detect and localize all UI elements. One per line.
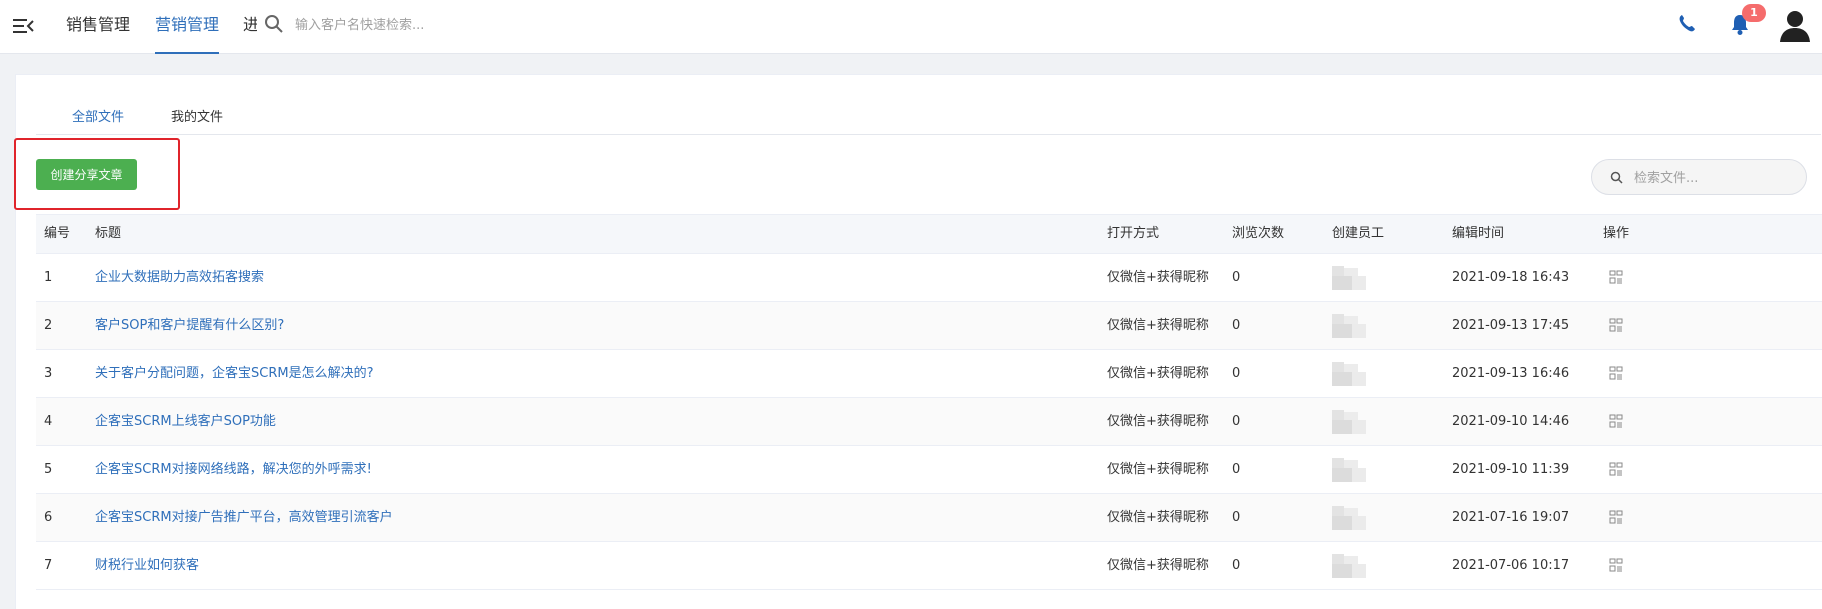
col-header-open-mode: 打开方式 (1107, 226, 1160, 241)
top-bar: 销售管理 营销管理 进 1 (0, 0, 1822, 54)
employee-avatar-blurred (1332, 266, 1370, 290)
col-header-employee: 创建员工 (1332, 226, 1385, 241)
article-title-link[interactable]: 企客宝SCRM对接网络线路，解决您的外呼需求! (95, 446, 372, 494)
file-panel: 全部文件 我的文件 创建分享文章 编号 标题 打开方式 浏览次数 创建员工 编辑… (14, 74, 1822, 609)
table-header: 编号 标题 打开方式 浏览次数 创建员工 编辑时间 操作 (36, 214, 1822, 254)
row-number: 5 (44, 462, 53, 477)
article-title-link[interactable]: 企业大数据助力高效拓客搜索 (95, 254, 264, 302)
edit-time: 2021-07-16 19:07 (1452, 510, 1570, 525)
edit-time: 2021-09-10 14:46 (1452, 414, 1570, 429)
table-row: 7 财税行业如何获客 仅微信+获得昵称 0 2021-07-06 10:17 (36, 542, 1822, 590)
edit-time: 2021-09-13 17:45 (1452, 318, 1570, 333)
table-row: 2 客户SOP和客户提醒有什么区别? 仅微信+获得昵称 0 2021-09-13 17:… (36, 302, 1822, 350)
nav-tab-marketing[interactable]: 营销管理 (155, 0, 220, 54)
view-count: 0 (1232, 462, 1241, 477)
action-grid-icon[interactable] (1609, 462, 1623, 476)
edit-time: 2021-09-10 11:39 (1452, 462, 1570, 477)
view-count: 0 (1232, 270, 1241, 285)
row-number: 4 (44, 414, 53, 429)
open-mode: 仅微信+获得昵称 (1107, 366, 1209, 381)
nav-tab-sales[interactable]: 销售管理 (66, 0, 130, 54)
table-row: 5 企客宝SCRM对接网络线路，解决您的外呼需求! 仅微信+获得昵称 0 2021-09… (36, 446, 1822, 494)
col-header-title: 标题 (95, 226, 122, 241)
action-grid-icon[interactable] (1609, 510, 1623, 524)
employee-avatar-blurred (1332, 554, 1370, 578)
row-number: 6 (44, 510, 53, 525)
action-grid-icon[interactable] (1609, 318, 1623, 332)
nav-tab-truncated[interactable]: 进 (243, 0, 257, 54)
open-mode: 仅微信+获得昵称 (1107, 510, 1209, 525)
col-header-actions: 操作 (1603, 226, 1630, 241)
article-title-link[interactable]: 财税行业如何获客 (95, 542, 199, 590)
col-header-views: 浏览次数 (1232, 226, 1285, 241)
file-search[interactable] (1591, 159, 1807, 195)
row-number: 3 (44, 366, 53, 381)
article-title-link[interactable]: 客户SOP和客户提醒有什么区别? (95, 302, 284, 350)
row-number: 7 (44, 558, 53, 573)
edit-time: 2021-07-06 10:17 (1452, 558, 1570, 573)
table-row: 4 企客宝SCRM上线客户SOP功能 仅微信+获得昵称 0 2021-09-10 14:… (36, 398, 1822, 446)
menu-toggle-icon[interactable] (12, 15, 34, 37)
avatar[interactable] (1778, 8, 1812, 42)
employee-avatar-blurred (1332, 458, 1370, 482)
table-body: 1 企业大数据助力高效拓客搜索 仅微信+获得昵称 0 2021-09-18 16:43 2… (36, 254, 1822, 590)
open-mode: 仅微信+获得昵称 (1107, 414, 1209, 429)
col-header-edit-time: 编辑时间 (1452, 226, 1505, 241)
table-row: 3 关于客户分配问题，企客宝SCRM是怎么解决的? 仅微信+获得昵称 0 2021-09… (36, 350, 1822, 398)
open-mode: 仅微信+获得昵称 (1107, 270, 1209, 285)
view-count: 0 (1232, 366, 1241, 381)
action-grid-icon[interactable] (1609, 414, 1623, 428)
open-mode: 仅微信+获得昵称 (1107, 318, 1209, 333)
view-count: 0 (1232, 318, 1241, 333)
article-title-link[interactable]: 企客宝SCRM对接广告推广平台，高效管理引流客户 (95, 494, 393, 542)
employee-avatar-blurred (1332, 314, 1370, 338)
file-tabs: 全部文件 我的文件 (36, 101, 1821, 135)
file-search-input[interactable] (1634, 168, 1794, 188)
tab-my-files[interactable]: 我的文件 (171, 101, 223, 135)
article-title-link[interactable]: 关于客户分配问题，企客宝SCRM是怎么解决的? (95, 350, 373, 398)
create-share-article-button[interactable]: 创建分享文章 (36, 159, 137, 190)
action-grid-icon[interactable] (1609, 366, 1623, 380)
table-row: 6 企客宝SCRM对接广告推广平台，高效管理引流客户 仅微信+获得昵称 0 2021-0… (36, 494, 1822, 542)
action-grid-icon[interactable] (1609, 270, 1623, 284)
files-table: 编号 标题 打开方式 浏览次数 创建员工 编辑时间 操作 1 企业大数据助力高效拓… (36, 214, 1822, 590)
tab-all-files[interactable]: 全部文件 (72, 101, 124, 135)
view-count: 0 (1232, 510, 1241, 525)
employee-avatar-blurred (1332, 506, 1370, 530)
search-icon (265, 15, 283, 33)
customer-search-input[interactable] (295, 12, 615, 38)
open-mode: 仅微信+获得昵称 (1107, 462, 1209, 477)
table-row: 1 企业大数据助力高效拓客搜索 仅微信+获得昵称 0 2021-09-18 16:43 (36, 254, 1822, 302)
edit-time: 2021-09-13 16:46 (1452, 366, 1570, 381)
open-mode: 仅微信+获得昵称 (1107, 558, 1209, 573)
edit-time: 2021-09-18 16:43 (1452, 270, 1570, 285)
employee-avatar-blurred (1332, 410, 1370, 434)
row-number: 1 (44, 270, 53, 285)
col-header-no: 编号 (44, 226, 71, 241)
employee-avatar-blurred (1332, 362, 1370, 386)
search-icon (1610, 171, 1623, 184)
notification-badge: 1 (1742, 4, 1766, 22)
row-number: 2 (44, 318, 53, 333)
action-grid-icon[interactable] (1609, 558, 1623, 572)
article-title-link[interactable]: 企客宝SCRM上线客户SOP功能 (95, 398, 276, 446)
view-count: 0 (1232, 558, 1241, 573)
view-count: 0 (1232, 414, 1241, 429)
phone-icon[interactable] (1677, 13, 1697, 33)
